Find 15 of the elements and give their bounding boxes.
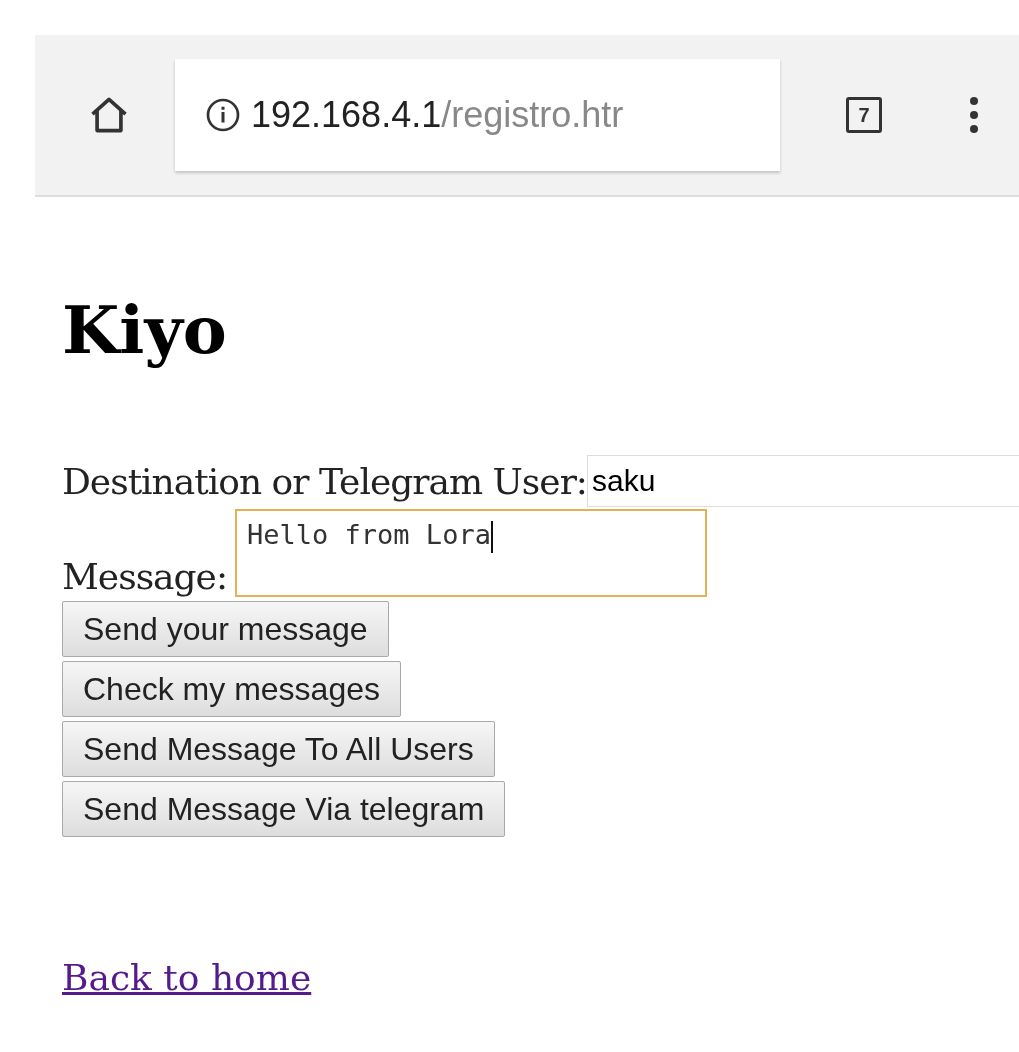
message-field[interactable]: Hello from Lora: [235, 509, 708, 597]
info-icon[interactable]: [205, 97, 241, 133]
form-button[interactable]: Send your message: [62, 601, 389, 657]
form-button[interactable]: Send Message To All Users: [62, 721, 495, 777]
tab-count-button[interactable]: 7: [846, 97, 882, 133]
url-path: /registro.htr: [441, 94, 624, 136]
field-label: Message:: [62, 556, 228, 597]
field-label: Destination or Telegram User:: [62, 460, 587, 502]
back-link[interactable]: Back to home: [62, 957, 312, 998]
page-title: Kiyo: [62, 290, 228, 371]
address-bar[interactable]: 192.168.4.1/registro.htr: [175, 59, 780, 171]
form-button[interactable]: Send Message Via telegram: [62, 781, 506, 837]
input-field[interactable]: saku: [587, 455, 1019, 507]
form-button[interactable]: Check my messages: [62, 661, 401, 717]
url-host: 192.168.4.1: [251, 94, 442, 136]
